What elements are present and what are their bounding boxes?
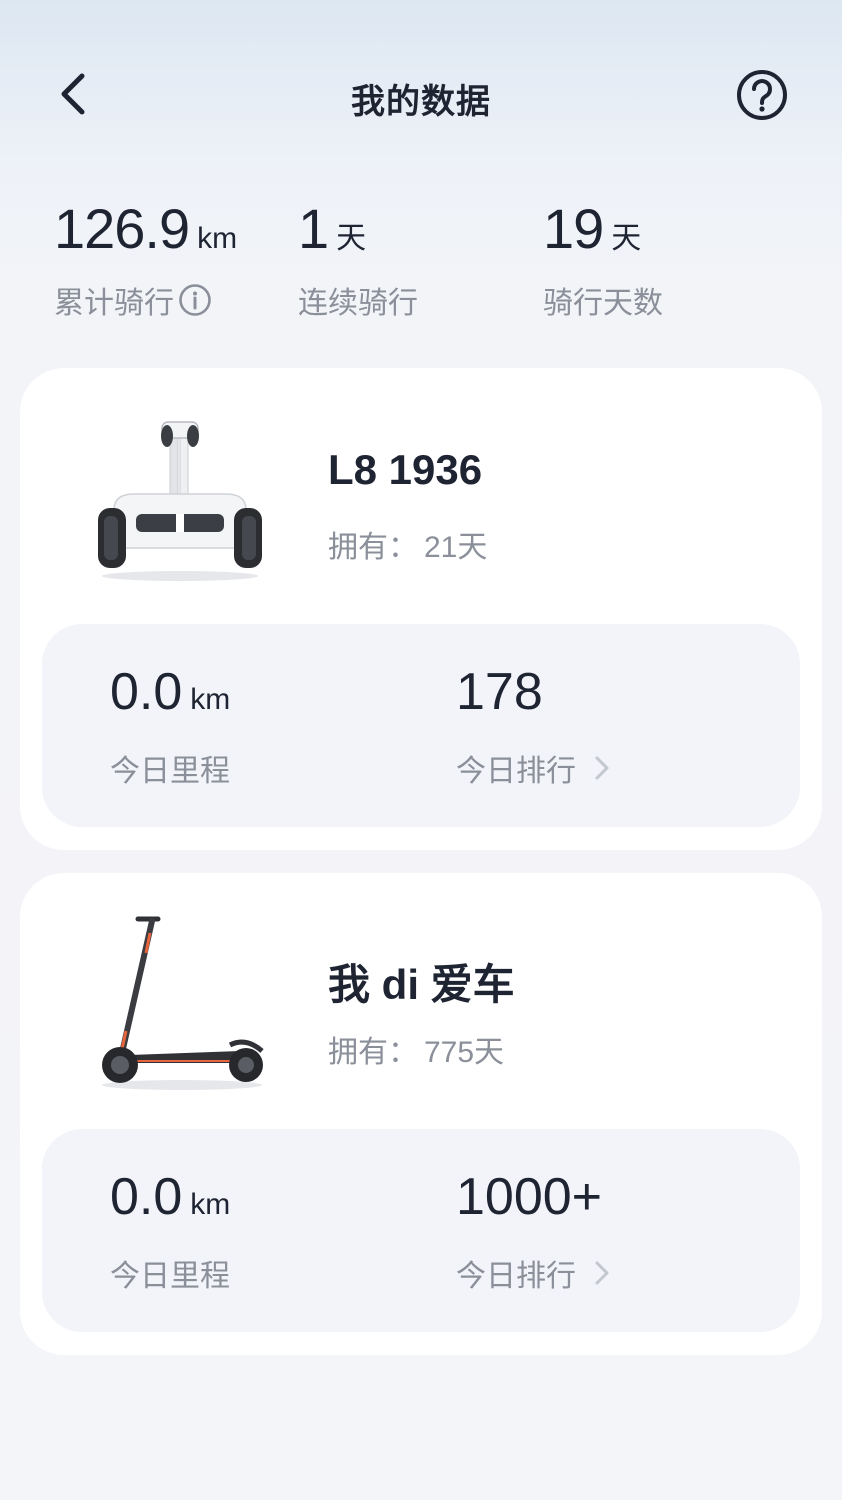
vehicle-name: L8 1936 xyxy=(328,446,483,493)
today-distance-label: 今日里程 xyxy=(110,1260,230,1293)
vehicle-name: 我 di 爱车 xyxy=(328,961,515,1008)
question-circle-icon xyxy=(737,70,787,120)
today-distance-value: 0.0 xyxy=(110,1168,183,1226)
today-distance: 0.0 km 今日里程 xyxy=(110,662,231,788)
today-rank-label-row: 今日排行 xyxy=(456,746,614,790)
owned-duration: 拥有： 775天 xyxy=(328,1027,504,1071)
owned-duration: 拥有： 21天 xyxy=(328,522,487,566)
today-distance-unit: km xyxy=(190,1188,231,1221)
today-distance-unit: km xyxy=(190,683,231,716)
chevron-right-icon xyxy=(590,753,614,783)
help-button[interactable] xyxy=(735,68,789,122)
today-distance: 0.0 km 今日里程 xyxy=(110,1167,231,1293)
today-stats-panel: 0.0 km 今日里程 1000+ 今日排行 xyxy=(42,1129,800,1332)
today-rank-label-row: 今日排行 xyxy=(456,1251,614,1295)
ride-days-value: 19 xyxy=(543,197,604,260)
page-title: 我的数据 xyxy=(351,83,491,121)
today-stats-panel: 0.0 km 今日里程 178 今日排行 xyxy=(42,624,800,827)
owned-label: 拥有： xyxy=(328,531,418,564)
streak-value: 1 xyxy=(298,197,329,260)
header: 我的数据 xyxy=(0,0,842,190)
ride-days-label: 骑行天数 xyxy=(543,287,663,320)
today-rank-value: 1000+ xyxy=(456,1168,603,1226)
info-circle-icon[interactable] xyxy=(178,283,212,317)
today-rank-link[interactable]: 1000+ 今日排行 xyxy=(456,1167,609,1293)
today-rank-label: 今日排行 xyxy=(456,1260,576,1293)
today-distance-value: 0.0 xyxy=(110,663,183,721)
total-distance-value: 126.9 xyxy=(54,197,190,260)
stat-streak: 1天 连续骑行 xyxy=(298,196,418,320)
chevron-right-icon xyxy=(590,1258,614,1288)
today-rank-value: 178 xyxy=(456,663,543,721)
vehicle-card[interactable]: L8 1936 拥有： 21天 0.0 km 今日里程 178 今日排行 xyxy=(20,368,822,850)
owned-days: 21天 xyxy=(424,531,488,564)
kick-scooter-image xyxy=(90,913,270,1093)
today-distance-label: 今日里程 xyxy=(110,755,230,788)
total-distance-unit: km xyxy=(197,222,238,255)
today-rank-link[interactable]: 178 今日排行 xyxy=(456,662,609,788)
owned-days: 775天 xyxy=(424,1036,505,1069)
ride-days-unit: 天 xyxy=(611,222,642,255)
streak-unit: 天 xyxy=(336,222,367,255)
stat-ride-days: 19 天 骑行天数 xyxy=(543,196,663,320)
vehicle-card[interactable]: 我 di 爱车 拥有： 775天 0.0 km 今日里程 1000+ 今日排行 xyxy=(20,873,822,1355)
total-distance-label: 累计骑行 xyxy=(54,287,174,320)
stat-total-distance: 126.9 km 累计骑行 xyxy=(54,196,238,320)
owned-label: 拥有： xyxy=(328,1036,418,1069)
today-rank-label: 今日排行 xyxy=(456,755,576,788)
streak-label: 连续骑行 xyxy=(298,287,418,320)
total-distance-label-row: 累计骑行 xyxy=(54,278,212,322)
self-balancing-scooter-image xyxy=(90,408,270,588)
